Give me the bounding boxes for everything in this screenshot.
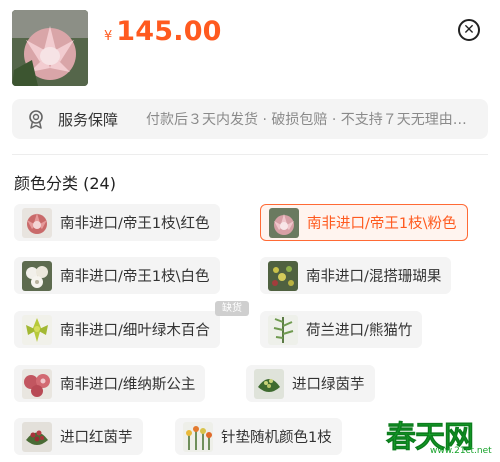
option-label: 针垫随机颜色1枝: [221, 430, 332, 446]
service-label: 服务保障: [58, 110, 119, 129]
option-green-skimmia[interactable]: 进口绿茵芋: [246, 365, 375, 402]
option-thumbnail: [22, 207, 52, 238]
option-thumbnail: [22, 314, 52, 345]
option-venus-princess[interactable]: 南非进口/维纳斯公主: [14, 365, 206, 402]
option-thumbnail: [22, 421, 52, 452]
option-label: 进口绿茵芋: [292, 377, 365, 393]
option-thumbnail: [183, 421, 213, 452]
option-protea-red[interactable]: 南非进口/帝王1枝\红色: [14, 204, 220, 241]
option-label: 南非进口/帝王1枝\白色: [60, 269, 210, 285]
product-image: [12, 10, 88, 86]
option-mixed-coral-fruit[interactable]: 南非进口/混搭珊瑚果: [260, 257, 452, 294]
option-protea-pink[interactable]: 南非进口/帝王1枝\粉色: [260, 204, 468, 241]
option-label: 南非进口/帝王1枝\红色: [60, 216, 210, 232]
award-ribbon-icon: [29, 110, 43, 129]
option-thumbnail: [254, 368, 284, 399]
option-panda-bamboo[interactable]: 荷兰进口/熊猫竹: [260, 311, 423, 348]
option-label: 南非进口/帝王1枝\粉色: [307, 216, 457, 232]
watermark-url: www.21ct.net: [430, 446, 492, 456]
option-label: 荷兰进口/熊猫竹: [306, 323, 413, 339]
option-thumbnail: [268, 260, 298, 291]
close-icon: ✕: [463, 22, 475, 38]
site-watermark-logo: 春天网 www.21ct.net: [384, 412, 492, 458]
option-thumbnail: [22, 260, 52, 291]
price-amount: 145.00: [116, 16, 222, 47]
option-protea-white[interactable]: 南非进口/帝王1枝\白色: [14, 257, 220, 294]
option-leucadendron[interactable]: 南非进口/细叶绿木百合: [14, 311, 220, 348]
option-label: 南非进口/维纳斯公主: [60, 377, 196, 393]
option-label: 进口红茵芋: [60, 430, 133, 446]
close-button[interactable]: ✕: [458, 19, 480, 41]
divider: [12, 154, 488, 155]
service-guarantee-row[interactable]: 服务保障 付款后３天内发货 · 破损包赔 · 不支持７天无理由退货: [12, 99, 488, 139]
option-thumbnail: [268, 314, 298, 345]
option-label: 南非进口/混搭珊瑚果: [306, 269, 442, 285]
option-thumbnail: [269, 207, 299, 238]
option-pincushion-random[interactable]: 针垫随机颜色1枝: [175, 418, 342, 455]
service-description: 付款后３天内发货 · 破损包赔 · 不支持７天无理由退货: [146, 112, 481, 128]
option-label: 南非进口/细叶绿木百合: [60, 323, 210, 339]
option-thumbnail: [22, 368, 52, 399]
out-of-stock-badge: 缺货: [215, 301, 249, 316]
price: ¥ 145.00: [104, 16, 222, 47]
option-red-skimmia[interactable]: 进口红茵芋: [14, 418, 143, 455]
color-category-title: 颜色分类 (24): [14, 174, 116, 193]
currency-symbol: ¥: [104, 29, 113, 44]
product-header: ¥ 145.00 ✕: [0, 0, 500, 96]
